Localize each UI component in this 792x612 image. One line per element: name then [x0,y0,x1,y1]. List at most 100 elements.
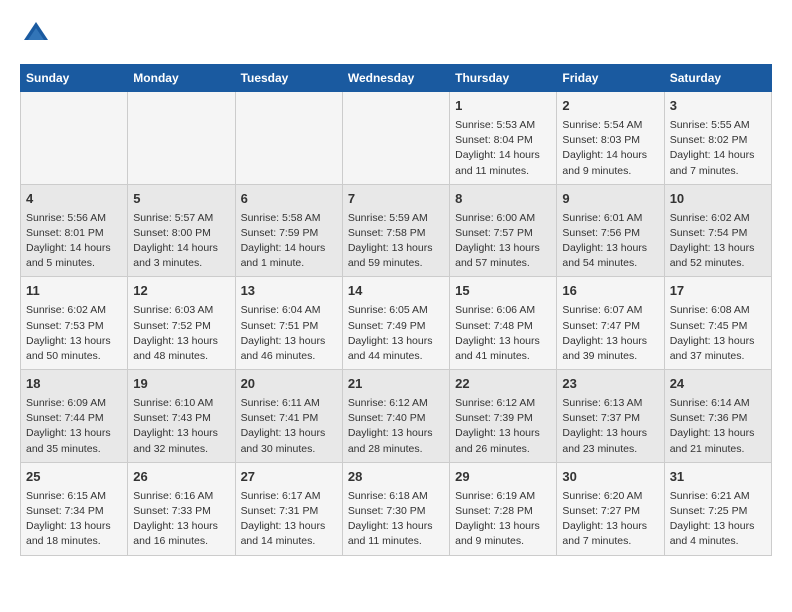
day-number: 14 [348,282,444,301]
cell-info: Sunrise: 5:54 AM [562,118,658,133]
calendar-table: SundayMondayTuesdayWednesdayThursdayFrid… [20,64,772,556]
cell-info: and 30 minutes. [241,442,337,457]
cell-info: Daylight: 13 hours [241,426,337,441]
calendar-cell: 13Sunrise: 6:04 AMSunset: 7:51 PMDayligh… [235,277,342,370]
cell-info: and 14 minutes. [241,534,337,549]
cell-info: Sunrise: 6:07 AM [562,303,658,318]
cell-info: Sunset: 7:57 PM [455,226,551,241]
cell-info: Sunset: 7:52 PM [133,319,229,334]
cell-info: Sunset: 7:27 PM [562,504,658,519]
cell-info: and 41 minutes. [455,349,551,364]
day-number: 31 [670,468,766,487]
cell-info: Sunset: 7:56 PM [562,226,658,241]
cell-info: and 59 minutes. [348,256,444,271]
weekday-header: Tuesday [235,65,342,92]
calendar-cell: 21Sunrise: 6:12 AMSunset: 7:40 PMDayligh… [342,370,449,463]
day-number: 3 [670,97,766,116]
day-number: 5 [133,190,229,209]
day-number: 11 [26,282,122,301]
cell-info: Sunset: 7:45 PM [670,319,766,334]
calendar-cell: 6Sunrise: 5:58 AMSunset: 7:59 PMDaylight… [235,184,342,277]
cell-info: and 37 minutes. [670,349,766,364]
day-number: 20 [241,375,337,394]
cell-info: Daylight: 13 hours [562,519,658,534]
cell-info: Daylight: 13 hours [455,519,551,534]
calendar-cell: 27Sunrise: 6:17 AMSunset: 7:31 PMDayligh… [235,462,342,555]
cell-info: Sunset: 8:02 PM [670,133,766,148]
cell-info: Sunrise: 5:56 AM [26,211,122,226]
cell-info: Sunrise: 6:21 AM [670,489,766,504]
cell-info: and 11 minutes. [455,164,551,179]
day-number: 17 [670,282,766,301]
cell-info: Daylight: 13 hours [670,334,766,349]
cell-info: Daylight: 13 hours [26,519,122,534]
calendar-cell: 30Sunrise: 6:20 AMSunset: 7:27 PMDayligh… [557,462,664,555]
cell-info: and 54 minutes. [562,256,658,271]
calendar-cell: 8Sunrise: 6:00 AMSunset: 7:57 PMDaylight… [450,184,557,277]
cell-info: Daylight: 14 hours [455,148,551,163]
cell-info: and 9 minutes. [562,164,658,179]
day-number: 24 [670,375,766,394]
cell-info: Sunrise: 6:02 AM [670,211,766,226]
day-number: 15 [455,282,551,301]
logo [20,20,50,48]
cell-info: Daylight: 13 hours [562,334,658,349]
calendar-cell: 28Sunrise: 6:18 AMSunset: 7:30 PMDayligh… [342,462,449,555]
cell-info: Daylight: 13 hours [670,426,766,441]
day-number: 12 [133,282,229,301]
day-number: 1 [455,97,551,116]
cell-info: Daylight: 13 hours [133,426,229,441]
cell-info: Daylight: 13 hours [26,334,122,349]
cell-info: Daylight: 14 hours [133,241,229,256]
cell-info: Sunset: 8:04 PM [455,133,551,148]
cell-info: Sunrise: 6:06 AM [455,303,551,318]
cell-info: and 7 minutes. [562,534,658,549]
cell-info: Sunrise: 6:17 AM [241,489,337,504]
calendar-cell [235,92,342,185]
cell-info: and 48 minutes. [133,349,229,364]
cell-info: Sunset: 7:58 PM [348,226,444,241]
cell-info: and 11 minutes. [348,534,444,549]
cell-info: Sunrise: 6:09 AM [26,396,122,411]
calendar-cell: 20Sunrise: 6:11 AMSunset: 7:41 PMDayligh… [235,370,342,463]
cell-info: Daylight: 14 hours [670,148,766,163]
weekday-header: Thursday [450,65,557,92]
day-number: 29 [455,468,551,487]
header-row: SundayMondayTuesdayWednesdayThursdayFrid… [21,65,772,92]
day-number: 23 [562,375,658,394]
cell-info: and 32 minutes. [133,442,229,457]
cell-info: Daylight: 13 hours [348,241,444,256]
cell-info: and 44 minutes. [348,349,444,364]
cell-info: Daylight: 13 hours [348,334,444,349]
calendar-cell: 17Sunrise: 6:08 AMSunset: 7:45 PMDayligh… [664,277,771,370]
cell-info: and 1 minute. [241,256,337,271]
calendar-cell: 9Sunrise: 6:01 AMSunset: 7:56 PMDaylight… [557,184,664,277]
cell-info: Sunrise: 5:59 AM [348,211,444,226]
cell-info: Sunset: 7:30 PM [348,504,444,519]
cell-info: Daylight: 13 hours [455,334,551,349]
cell-info: Sunrise: 6:15 AM [26,489,122,504]
day-number: 16 [562,282,658,301]
day-number: 4 [26,190,122,209]
cell-info: Daylight: 13 hours [562,426,658,441]
cell-info: and 4 minutes. [670,534,766,549]
cell-info: Sunset: 7:53 PM [26,319,122,334]
cell-info: Sunrise: 6:04 AM [241,303,337,318]
cell-info: Sunset: 7:25 PM [670,504,766,519]
calendar-cell: 29Sunrise: 6:19 AMSunset: 7:28 PMDayligh… [450,462,557,555]
calendar-cell: 18Sunrise: 6:09 AMSunset: 7:44 PMDayligh… [21,370,128,463]
cell-info: Sunrise: 5:53 AM [455,118,551,133]
day-number: 28 [348,468,444,487]
cell-info: Sunrise: 6:13 AM [562,396,658,411]
cell-info: Sunset: 7:44 PM [26,411,122,426]
calendar-week-row: 18Sunrise: 6:09 AMSunset: 7:44 PMDayligh… [21,370,772,463]
cell-info: and 26 minutes. [455,442,551,457]
cell-info: and 28 minutes. [348,442,444,457]
day-number: 26 [133,468,229,487]
cell-info: Sunrise: 6:19 AM [455,489,551,504]
cell-info: Sunrise: 6:05 AM [348,303,444,318]
cell-info: Sunrise: 6:12 AM [455,396,551,411]
calendar-cell: 14Sunrise: 6:05 AMSunset: 7:49 PMDayligh… [342,277,449,370]
calendar-cell [128,92,235,185]
cell-info: Sunset: 8:03 PM [562,133,658,148]
